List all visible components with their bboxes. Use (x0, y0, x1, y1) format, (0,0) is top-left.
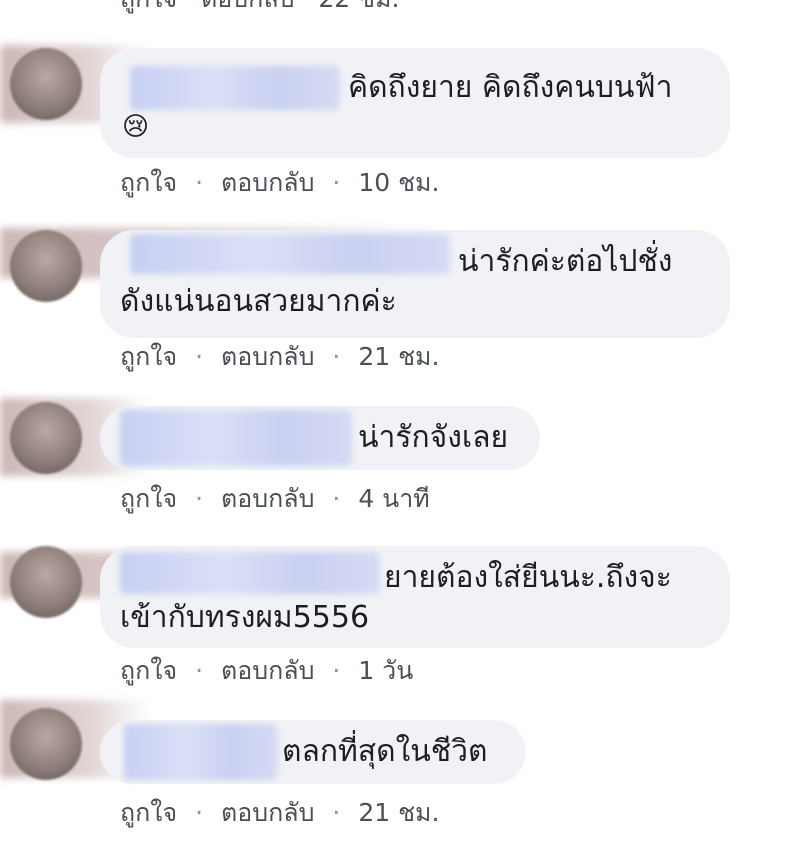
timestamp: 4 นาที (358, 484, 430, 513)
comment-text-line-2: เข้ากับทรงผม5556 (120, 600, 370, 635)
avatar[interactable] (10, 48, 82, 120)
timestamp: 10 ชม. (358, 168, 440, 197)
timestamp: 1 วัน (358, 656, 414, 685)
comment-text: น่ารักจังเลย (358, 420, 509, 455)
comment-actions: ถูกใจ · ตอบกลับ · 1 วัน (120, 656, 413, 686)
separator: · (332, 342, 341, 371)
reply-link[interactable]: ตอบกลับ (221, 484, 314, 513)
comment-bubble: คิดถึงยาย คิดถึงคนบนฟ้า 😢 (100, 48, 730, 158)
commenter-name-blurred[interactable] (120, 552, 380, 594)
timestamp: 21 ชม. (358, 342, 440, 371)
commenter-name-blurred[interactable] (130, 66, 340, 110)
comment-bubble: น่ารักจังเลย (100, 406, 540, 470)
avatar[interactable] (10, 708, 82, 780)
commenter-name-blurred[interactable] (120, 410, 352, 466)
reply-link[interactable]: ตอบกลับ (221, 342, 314, 371)
avatar[interactable] (10, 546, 82, 618)
comment-bubble: น่ารักค่ะต่อไปชั่ง ดังแน่นอนสวยมากค่ะ (100, 230, 730, 338)
comment-actions: ถูกใจ · ตอบกลับ · 10 ชม. (120, 168, 439, 198)
separator: · (185, 0, 193, 13)
comment-actions: ถูกใจ · ตอบกลับ · 21 ชม. (120, 342, 439, 372)
separator: · (332, 168, 341, 197)
comment-actions: ถูกใจ · ตอบกลับ · 21 ชม. (120, 798, 439, 828)
commenter-name-blurred[interactable] (124, 724, 278, 780)
reply-link[interactable]: ตอบกลับ (221, 798, 314, 827)
avatar[interactable] (10, 230, 82, 302)
separator: · (195, 798, 204, 827)
separator: · (332, 484, 341, 513)
comment-text-line-1: ยายต้องใส่ยีนนะ.ถึงจะ (384, 560, 672, 595)
separator: · (195, 656, 204, 685)
comment-text-line-2: ดังแน่นอนสวยมากค่ะ (120, 284, 397, 319)
comment-bubble: ยายต้องใส่ยีนนะ.ถึงจะ เข้ากับทรงผม5556 (100, 546, 730, 648)
like-link[interactable]: ถูกใจ (120, 168, 177, 197)
separator: · (195, 342, 204, 371)
separator: · (302, 0, 310, 13)
separator: · (195, 484, 204, 513)
like-link[interactable]: ถูกใจ (120, 656, 177, 685)
separator: · (332, 656, 341, 685)
comment-text: คิดถึงยาย คิดถึงคนบนฟ้า (348, 70, 673, 105)
timestamp: 22 ชม. (318, 0, 399, 13)
timestamp: 21 ชม. (358, 798, 440, 827)
separator: · (195, 168, 204, 197)
reply-link[interactable]: ตอบกลับ (201, 0, 294, 13)
like-link[interactable]: ถูกใจ (120, 798, 177, 827)
like-link[interactable]: ถูกใจ (120, 0, 177, 13)
avatar[interactable] (10, 402, 82, 474)
separator: · (332, 798, 341, 827)
reply-link[interactable]: ตอบกลับ (221, 168, 314, 197)
reply-link[interactable]: ตอบกลับ (221, 656, 314, 685)
commenter-name-blurred[interactable] (130, 234, 450, 274)
crying-emoji-icon: 😢 (122, 112, 150, 142)
like-link[interactable]: ถูกใจ (120, 342, 177, 371)
previous-comment-actions: ถูกใจ · ตอบกลับ · 22 ชม. (120, 0, 399, 14)
comment-text-line-1: น่ารักค่ะต่อไปชั่ง (458, 244, 673, 279)
comment-bubble: ตลกที่สุดในชีวิต (100, 720, 526, 784)
comment-text: ตลกที่สุดในชีวิต (282, 734, 488, 769)
comment-actions: ถูกใจ · ตอบกลับ · 4 นาที (120, 484, 430, 514)
like-link[interactable]: ถูกใจ (120, 484, 177, 513)
